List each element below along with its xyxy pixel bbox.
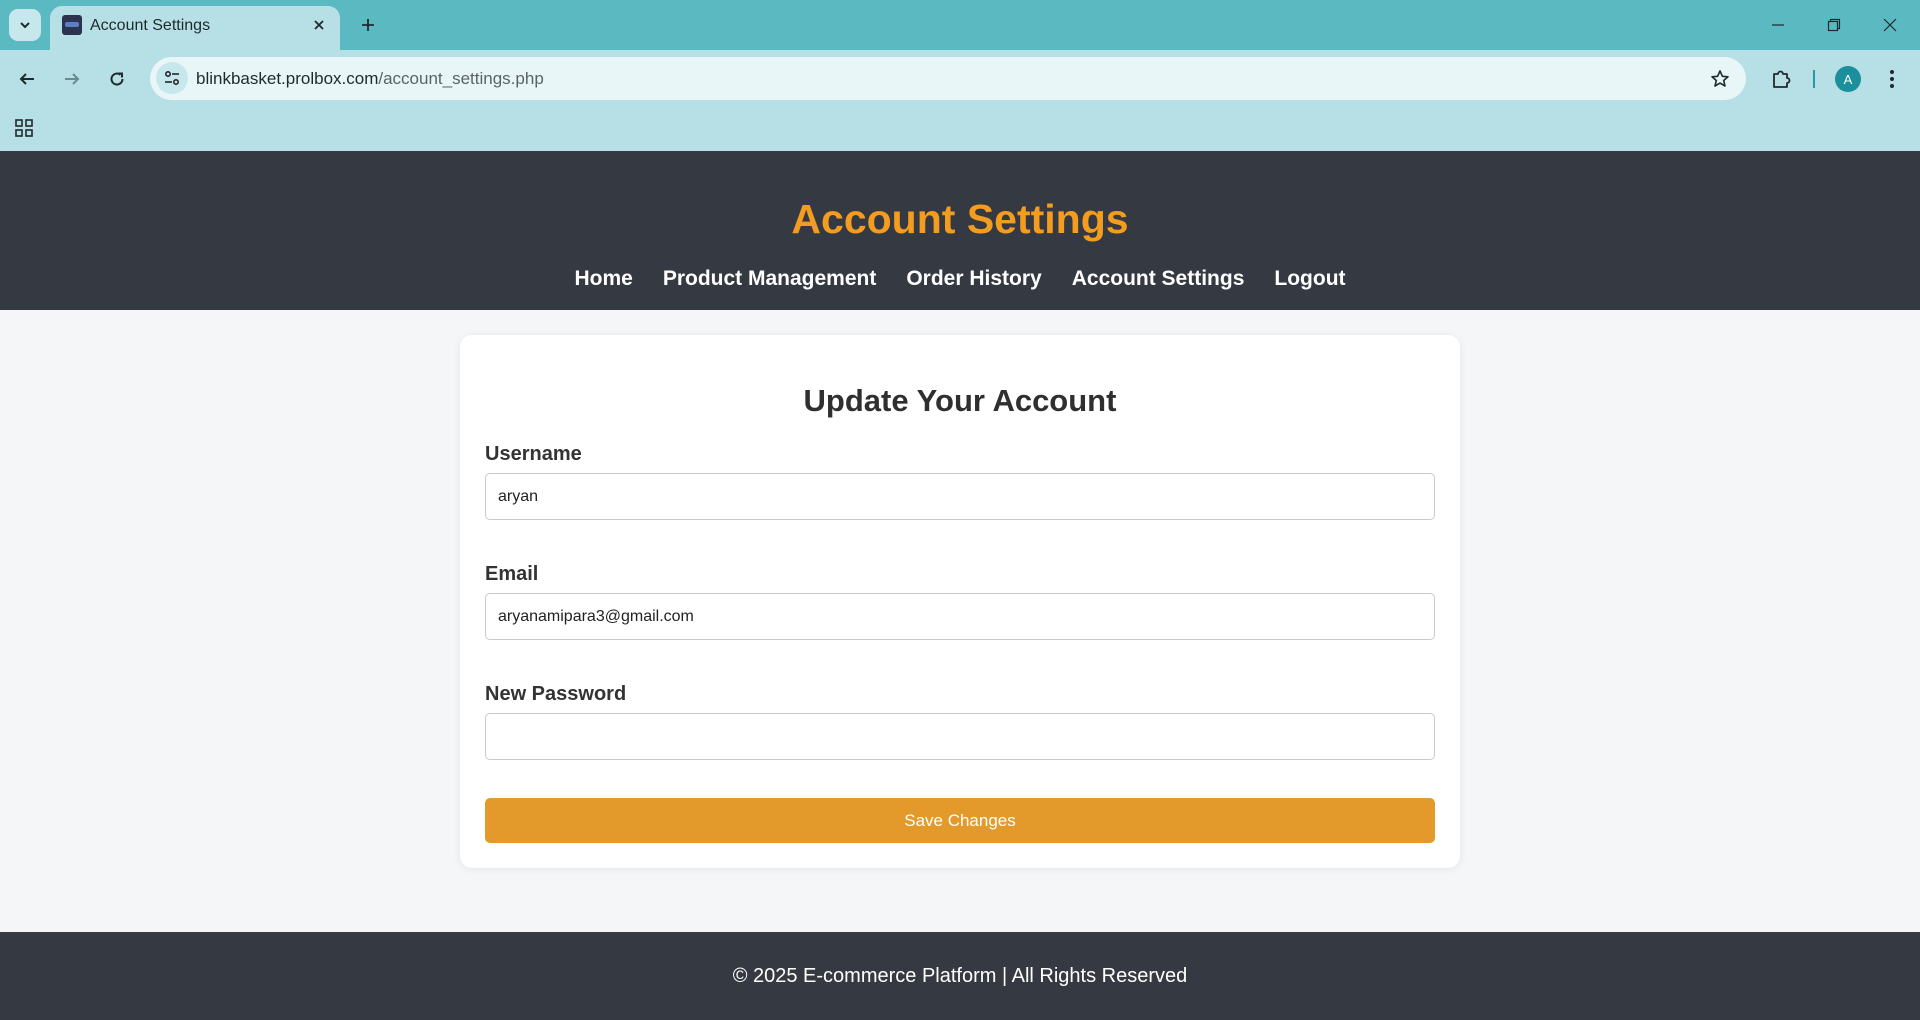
nav-link-logout[interactable]: Logout [1274, 267, 1345, 291]
minimize-window-button[interactable] [1750, 0, 1806, 50]
save-changes-button[interactable]: Save Changes [485, 798, 1435, 843]
chevron-down-icon [20, 22, 30, 29]
extensions-button[interactable] [1763, 61, 1799, 97]
apps-button[interactable] [11, 115, 37, 141]
minimize-icon [1772, 24, 1784, 26]
username-field[interactable] [485, 473, 1435, 520]
close-icon [1883, 18, 1897, 32]
forward-button[interactable] [54, 61, 90, 97]
page-title: Account Settings [791, 196, 1129, 242]
site-header: Account Settings Home Product Management… [0, 151, 1920, 310]
arrow-right-icon [65, 73, 80, 85]
tune-icon [164, 70, 180, 86]
plus-icon [362, 19, 374, 31]
close-icon [314, 20, 324, 30]
arrow-left-icon [19, 73, 34, 85]
nav-link-order-history[interactable]: Order History [906, 267, 1041, 291]
new-password-field[interactable] [485, 713, 1435, 760]
star-icon [1711, 70, 1729, 87]
back-button[interactable] [9, 61, 45, 97]
tab-search-button[interactable] [9, 9, 41, 41]
site-footer: © 2025 E-commerce Platform | All Rights … [0, 932, 1920, 1020]
url-text: blinkbasket.prolbox.com/account_settings… [196, 69, 544, 89]
bookmarks-bar [0, 108, 1920, 151]
close-tab-button[interactable] [308, 14, 330, 36]
more-vertical-icon [1890, 70, 1894, 88]
tab-title: Account Settings [90, 17, 211, 34]
nav-link-home[interactable]: Home [574, 267, 632, 291]
close-window-button[interactable] [1862, 0, 1918, 50]
nav-link-account-settings[interactable]: Account Settings [1072, 267, 1245, 291]
toolbar-separator [1813, 70, 1815, 88]
browser-tab-active[interactable]: Account Settings [50, 6, 340, 50]
browser-toolbar: blinkbasket.prolbox.com/account_settings… [0, 50, 1920, 108]
new-tab-button[interactable] [352, 9, 384, 41]
apps-grid-icon [15, 119, 33, 137]
site-favicon-icon [62, 15, 82, 35]
puzzle-icon [1773, 70, 1791, 88]
profile-avatar[interactable]: A [1835, 66, 1861, 92]
url-domain: blinkbasket.prolbox.com [196, 69, 379, 88]
new-password-label: New Password [485, 683, 627, 705]
site-info-button[interactable] [156, 62, 188, 94]
restore-icon [1827, 18, 1841, 32]
form-title: Update Your Account [803, 383, 1117, 418]
nav-link-product-management[interactable]: Product Management [663, 267, 877, 291]
email-label: Email [485, 563, 539, 585]
url-path: /account_settings.php [378, 69, 544, 88]
address-bar[interactable]: blinkbasket.prolbox.com/account_settings… [150, 57, 1746, 100]
restore-window-button[interactable] [1806, 0, 1862, 50]
main-nav: Home Product Management Order History Ac… [0, 267, 1920, 291]
reload-button[interactable] [99, 61, 135, 97]
reload-icon [110, 72, 124, 86]
bookmark-star-button[interactable] [1706, 65, 1734, 93]
browser-tab-bar: Account Settings [0, 0, 1920, 50]
account-form-card: Update Your Account Username Email New P… [460, 335, 1460, 868]
email-field[interactable] [485, 593, 1435, 640]
username-label: Username [485, 443, 582, 465]
browser-menu-button[interactable] [1876, 61, 1908, 97]
footer-copyright: © 2025 E-commerce Platform | All Rights … [732, 965, 1188, 987]
